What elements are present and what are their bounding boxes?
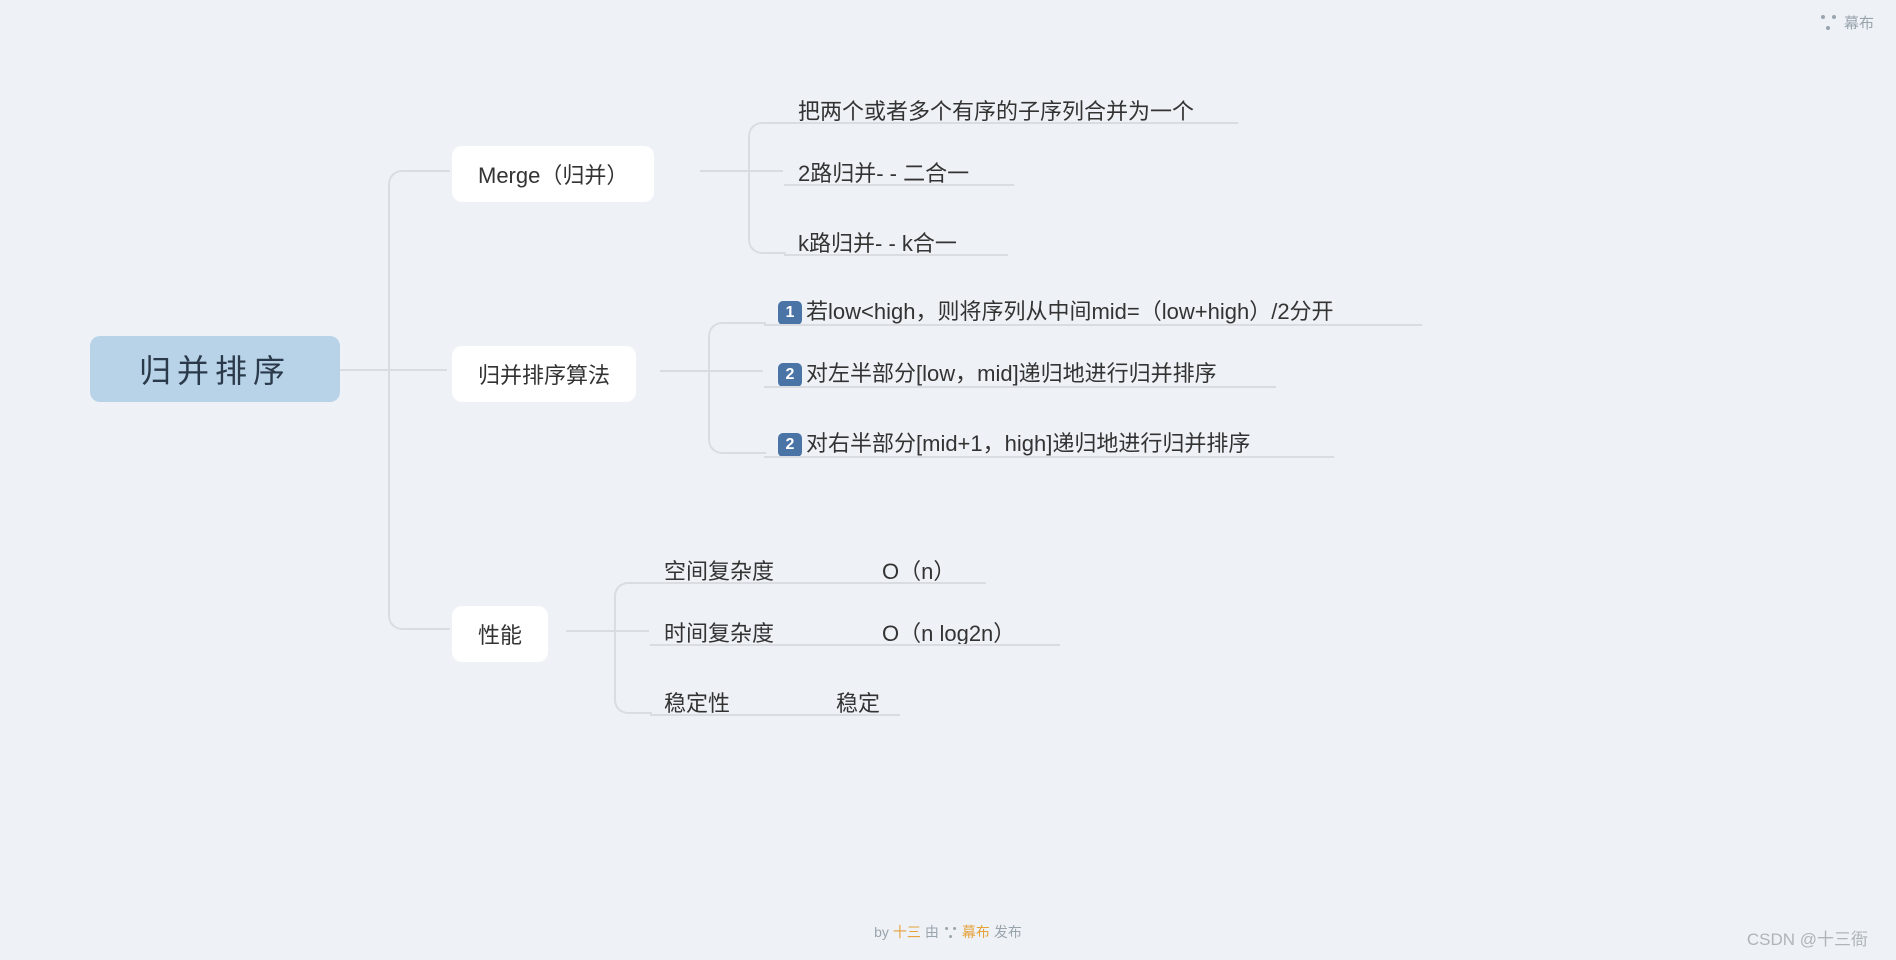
num-badge: 1 bbox=[778, 301, 802, 325]
attribution-author: 十三 bbox=[893, 922, 921, 942]
watermark-top-right: 幕布 bbox=[1821, 12, 1874, 33]
connector bbox=[798, 582, 868, 584]
watermark-bottom-right: CSDN @十三衙 bbox=[1747, 925, 1868, 950]
perf-bracket bbox=[614, 582, 650, 714]
connector bbox=[660, 370, 708, 372]
leaf-underline bbox=[784, 184, 1014, 186]
branch-merge-label: Merge（归并） bbox=[478, 158, 628, 190]
leaf-underline bbox=[868, 644, 1060, 646]
leaf-underline bbox=[650, 582, 798, 584]
brand-icon bbox=[1821, 15, 1836, 30]
connector bbox=[340, 369, 388, 371]
connector bbox=[752, 714, 822, 716]
algo-leaf-2: 2对右半部分[mid+1，high]递归地进行归并排序 bbox=[778, 426, 1250, 458]
merge-bracket bbox=[748, 122, 784, 254]
connector bbox=[566, 630, 614, 632]
algo-leaf-1: 2对左半部分[low，mid]递归地进行归并排序 bbox=[778, 356, 1217, 388]
leaf-underline bbox=[650, 714, 752, 716]
branch-algo-label: 归并排序算法 bbox=[478, 358, 610, 390]
branch-perf[interactable]: 性能 bbox=[452, 606, 548, 662]
leaf-underline bbox=[764, 324, 1422, 326]
branch-algo[interactable]: 归并排序算法 bbox=[452, 346, 636, 402]
branch-merge[interactable]: Merge（归并） bbox=[452, 146, 654, 202]
algo-leaf-0: 1若low<high，则将序列从中间mid=（low+high）/2分开 bbox=[778, 294, 1334, 326]
leaf-underline bbox=[650, 644, 798, 646]
attribution-brand: 幕布 bbox=[962, 922, 990, 942]
leaf-underline bbox=[868, 582, 986, 584]
connector bbox=[700, 170, 748, 172]
leaf-underline bbox=[764, 456, 1334, 458]
leaf-underline bbox=[822, 714, 900, 716]
leaf-underline bbox=[784, 254, 1008, 256]
leaf-underline bbox=[764, 386, 1276, 388]
connector bbox=[798, 644, 868, 646]
branch-perf-label: 性能 bbox=[478, 618, 522, 650]
num-badge: 2 bbox=[778, 433, 802, 457]
brand-icon bbox=[945, 927, 956, 938]
root-bracket bbox=[388, 170, 448, 630]
root-node[interactable]: 归并排序 bbox=[90, 336, 340, 402]
leaf-underline bbox=[784, 122, 1238, 124]
mindmap-canvas: 归并排序 Merge（归并） 把两个或者多个有序的子序列合并为一个 2路归并- … bbox=[0, 0, 1896, 960]
root-label: 归并排序 bbox=[139, 346, 291, 392]
attribution: by 十三 由 幕布 发布 bbox=[874, 922, 1022, 942]
watermark-tr-text: 幕布 bbox=[1844, 12, 1874, 33]
num-badge: 2 bbox=[778, 363, 802, 387]
algo-bracket bbox=[708, 322, 764, 454]
